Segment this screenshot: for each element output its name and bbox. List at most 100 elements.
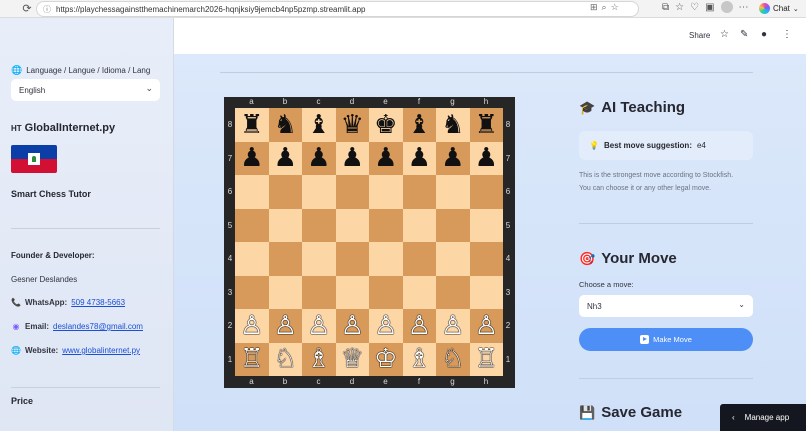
square-f5[interactable] [402, 208, 436, 242]
chess-piece[interactable]: ♝ [307, 112, 330, 138]
chess-piece[interactable]: ♜ [240, 112, 263, 138]
square-d2[interactable]: ♙ [335, 309, 369, 343]
chess-piece[interactable]: ♙ [374, 313, 397, 339]
chess-piece[interactable]: ♙ [408, 313, 431, 339]
whatsapp-link[interactable]: 509 4738-5663 [71, 298, 125, 307]
chess-piece[interactable]: ♞ [274, 112, 297, 138]
extensions-icon[interactable]: ⧉ [662, 2, 669, 13]
chess-piece[interactable]: ♟ [240, 145, 263, 171]
zoom-icon[interactable]: ⌕ [602, 2, 607, 13]
square-g7[interactable]: ♟ [436, 141, 470, 175]
square-d8[interactable]: ♛ [335, 108, 369, 142]
chess-piece[interactable]: ♖ [240, 346, 263, 372]
square-g8[interactable]: ♞ [436, 108, 470, 142]
square-d3[interactable] [335, 275, 369, 309]
square-h8[interactable]: ♜ [469, 108, 503, 142]
square-c1[interactable]: ♗ [302, 342, 336, 376]
square-a8[interactable]: ♜ [235, 108, 269, 142]
copilot-chat-button[interactable]: Chat ⌄ [756, 1, 804, 16]
email-link[interactable]: deslandes78@gmail.com [53, 322, 143, 331]
square-a4[interactable] [235, 242, 269, 276]
chess-piece[interactable]: ♚ [374, 112, 397, 138]
chess-piece[interactable]: ♙ [274, 313, 297, 339]
square-c2[interactable]: ♙ [302, 309, 336, 343]
browser-essentials-icon[interactable]: ♡ [690, 2, 699, 13]
square-e3[interactable] [369, 275, 403, 309]
square-f4[interactable] [402, 242, 436, 276]
square-e4[interactable] [369, 242, 403, 276]
square-c8[interactable]: ♝ [302, 108, 336, 142]
square-h4[interactable] [469, 242, 503, 276]
chess-piece[interactable]: ♙ [475, 313, 498, 339]
square-d6[interactable] [335, 175, 369, 209]
square-a6[interactable] [235, 175, 269, 209]
site-info-icon[interactable]: ⓘ [43, 4, 51, 15]
chess-piece[interactable]: ♘ [441, 346, 464, 372]
square-g1[interactable]: ♘ [436, 342, 470, 376]
square-h1[interactable]: ♖ [469, 342, 503, 376]
square-a1[interactable]: ♖ [235, 342, 269, 376]
chess-piece[interactable]: ♟ [475, 145, 498, 171]
website-link[interactable]: www.globalinternet.py [62, 346, 140, 355]
square-g3[interactable] [436, 275, 470, 309]
square-b2[interactable]: ♙ [268, 309, 302, 343]
square-h5[interactable] [469, 208, 503, 242]
square-g6[interactable] [436, 175, 470, 209]
chess-piece[interactable]: ♟ [307, 145, 330, 171]
square-d5[interactable] [335, 208, 369, 242]
chess-piece[interactable]: ♛ [341, 112, 364, 138]
square-f1[interactable]: ♗ [402, 342, 436, 376]
square-b1[interactable]: ♘ [268, 342, 302, 376]
chess-piece[interactable]: ♘ [274, 346, 297, 372]
chess-piece[interactable]: ♟ [441, 145, 464, 171]
square-f3[interactable] [402, 275, 436, 309]
square-b6[interactable] [268, 175, 302, 209]
square-h2[interactable]: ♙ [469, 309, 503, 343]
square-b3[interactable] [268, 275, 302, 309]
more-menu-icon[interactable]: ⋯ [739, 2, 749, 13]
square-c7[interactable]: ♟ [302, 141, 336, 175]
edit-icon[interactable]: ✎ [740, 29, 748, 40]
star-icon[interactable]: ☆ [720, 29, 729, 40]
chess-piece[interactable]: ♙ [240, 313, 263, 339]
make-move-button[interactable]: Make Move [579, 328, 753, 351]
manage-app-button[interactable]: ‹ Manage app [720, 404, 806, 431]
chess-piece[interactable]: ♕ [341, 346, 364, 372]
square-f6[interactable] [402, 175, 436, 209]
square-f2[interactable]: ♙ [402, 309, 436, 343]
chess-piece[interactable]: ♙ [441, 313, 464, 339]
square-d7[interactable]: ♟ [335, 141, 369, 175]
square-c6[interactable] [302, 175, 336, 209]
address-bar[interactable]: ⓘ https://playchessagainstthemachinemarc… [36, 1, 639, 17]
square-c5[interactable] [302, 208, 336, 242]
square-b4[interactable] [268, 242, 302, 276]
square-a5[interactable] [235, 208, 269, 242]
chess-piece[interactable]: ♜ [475, 112, 498, 138]
square-e1[interactable]: ♔ [369, 342, 403, 376]
square-b5[interactable] [268, 208, 302, 242]
square-h7[interactable]: ♟ [469, 141, 503, 175]
chess-board[interactable]: ♜ ♞ ♝ ♛ ♚ ♝ ♞ ♜ ♟ ♟ ♟ ♟ ♟ ♟ ♟ ♟ ♙ ♙ ♙ ♙ ♙ ♙ ♙ ♙ ♖ ♘ ♗ ♕ ♔ ♗ ♘ ♖ a a b b c c d d… [224, 97, 515, 388]
chess-piece[interactable]: ♟ [374, 145, 397, 171]
square-e6[interactable] [369, 175, 403, 209]
square-a3[interactable] [235, 275, 269, 309]
share-button[interactable]: Share [689, 31, 710, 40]
chess-piece[interactable]: ♞ [441, 112, 464, 138]
chess-piece[interactable]: ♟ [341, 145, 364, 171]
square-d1[interactable]: ♕ [335, 342, 369, 376]
square-f7[interactable]: ♟ [402, 141, 436, 175]
chess-piece[interactable]: ♗ [307, 346, 330, 372]
square-e7[interactable]: ♟ [369, 141, 403, 175]
chess-piece[interactable]: ♗ [408, 346, 431, 372]
square-h6[interactable] [469, 175, 503, 209]
square-d4[interactable] [335, 242, 369, 276]
square-e8[interactable]: ♚ [369, 108, 403, 142]
chess-piece[interactable]: ♟ [408, 145, 431, 171]
collections-icon[interactable]: ▣ [705, 2, 714, 13]
chess-piece[interactable]: ♙ [307, 313, 330, 339]
square-b8[interactable]: ♞ [268, 108, 302, 142]
square-g4[interactable] [436, 242, 470, 276]
chess-piece[interactable]: ♔ [374, 346, 397, 372]
square-a2[interactable]: ♙ [235, 309, 269, 343]
square-b7[interactable]: ♟ [268, 141, 302, 175]
